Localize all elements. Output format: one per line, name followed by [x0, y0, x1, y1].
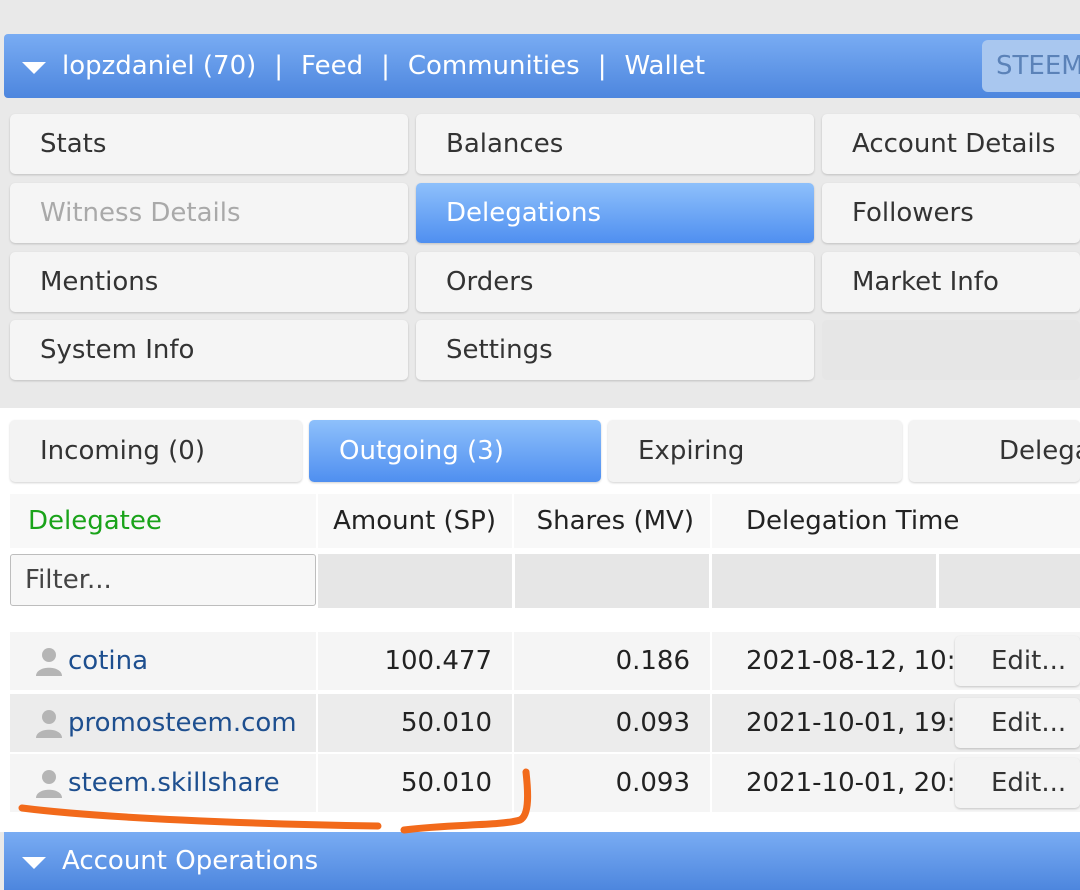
delegation-time-text: 2021-10-01, 20: [746, 768, 956, 798]
shares-cell: 0.093 [514, 694, 710, 752]
nav-link-communities[interactable]: Communities [408, 51, 580, 81]
tab-incoming[interactable]: Incoming (0) [10, 420, 302, 482]
menu-delegations[interactable]: Delegations [416, 183, 814, 243]
filter-cell [712, 554, 936, 608]
menu-followers[interactable]: Followers [822, 183, 1080, 243]
table-row: promosteem.com 50.010 0.093 2021-10-01, … [0, 694, 1080, 752]
column-header-delegatee[interactable]: Delegatee [10, 494, 316, 548]
user-account-link[interactable]: lopzdaniel (70) [62, 51, 256, 81]
menu-mentions[interactable]: Mentions [10, 252, 408, 312]
tab-expiring[interactable]: Expiring [608, 420, 902, 482]
delegatee-cell: promosteem.com [10, 694, 316, 752]
delegatee-cell: steem.skillshare [10, 754, 316, 812]
nav-separator: | [381, 51, 390, 81]
menu-settings[interactable]: Settings [416, 320, 814, 380]
user-avatar-icon [36, 770, 62, 798]
column-header-delegation-time[interactable]: Delegation Time [712, 494, 1080, 548]
delegation-tabs: Incoming (0) Outgoing (3) Expiring Deleg… [0, 408, 1080, 494]
delegatee-link[interactable]: steem.skillshare [68, 754, 280, 812]
column-header-amount[interactable]: Amount (SP) [318, 494, 512, 548]
table-row: cotina 100.477 0.186 2021-08-12, 10: Edi… [0, 632, 1080, 690]
delegation-time-text: 2021-10-01, 19: [746, 708, 956, 738]
menu-empty-slot [822, 320, 1080, 380]
nav-separator: | [274, 51, 284, 81]
tab-outgoing[interactable]: Outgoing (3) [309, 420, 601, 482]
menu-account-details[interactable]: Account Details [822, 114, 1080, 174]
edit-button[interactable]: Edit... [955, 698, 1080, 748]
account-operations-title: Account Operations [62, 846, 319, 876]
menu-balances[interactable]: Balances [416, 114, 814, 174]
steem-button[interactable]: STEEM [982, 40, 1080, 92]
user-avatar-icon [36, 648, 62, 676]
chevron-down-icon[interactable] [22, 62, 46, 74]
column-header-shares[interactable]: Shares (MV) [514, 494, 710, 548]
delegation-time-text: 2021-08-12, 10: [746, 646, 956, 676]
menu-orders[interactable]: Orders [416, 252, 814, 312]
chevron-down-icon[interactable] [22, 857, 46, 869]
amount-cell: 50.010 [318, 754, 512, 812]
filter-cell [939, 554, 1080, 608]
menu-system-info[interactable]: System Info [10, 320, 408, 380]
shares-cell: 0.186 [514, 632, 710, 690]
edit-button[interactable]: Edit... [955, 636, 1080, 686]
account-operations-bar[interactable]: Account Operations [4, 832, 1080, 890]
table-row: steem.skillshare 50.010 0.093 2021-10-01… [0, 754, 1080, 812]
nav-separator: | [597, 51, 607, 81]
nav-link-wallet[interactable]: Wallet [624, 51, 705, 81]
delegatee-link[interactable]: cotina [68, 632, 148, 690]
filter-row [0, 548, 1080, 614]
nav-link-feed[interactable]: Feed [301, 51, 363, 81]
amount-cell: 50.010 [318, 694, 512, 752]
delegatee-cell: cotina [10, 632, 316, 690]
delegations-table: Delegatee Amount (SP) Shares (MV) Delega… [0, 494, 1080, 832]
delegatee-link[interactable]: promosteem.com [68, 694, 297, 752]
tab-delegate[interactable]: Delega [909, 420, 1080, 482]
section-menu: Stats Balances Account Details Witness D… [4, 106, 1080, 394]
filter-input[interactable] [10, 554, 316, 606]
filter-cell [515, 554, 709, 608]
filter-cell [318, 554, 512, 608]
shares-cell: 0.093 [514, 754, 710, 812]
menu-market-info[interactable]: Market Info [822, 252, 1080, 312]
edit-button[interactable]: Edit... [955, 758, 1080, 808]
user-avatar-icon [36, 710, 62, 738]
menu-witness-details[interactable]: Witness Details [10, 183, 408, 243]
top-nav-bar: lopzdaniel (70) | Feed | Communities | W… [4, 34, 1080, 98]
amount-cell: 100.477 [318, 632, 512, 690]
menu-stats[interactable]: Stats [10, 114, 408, 174]
